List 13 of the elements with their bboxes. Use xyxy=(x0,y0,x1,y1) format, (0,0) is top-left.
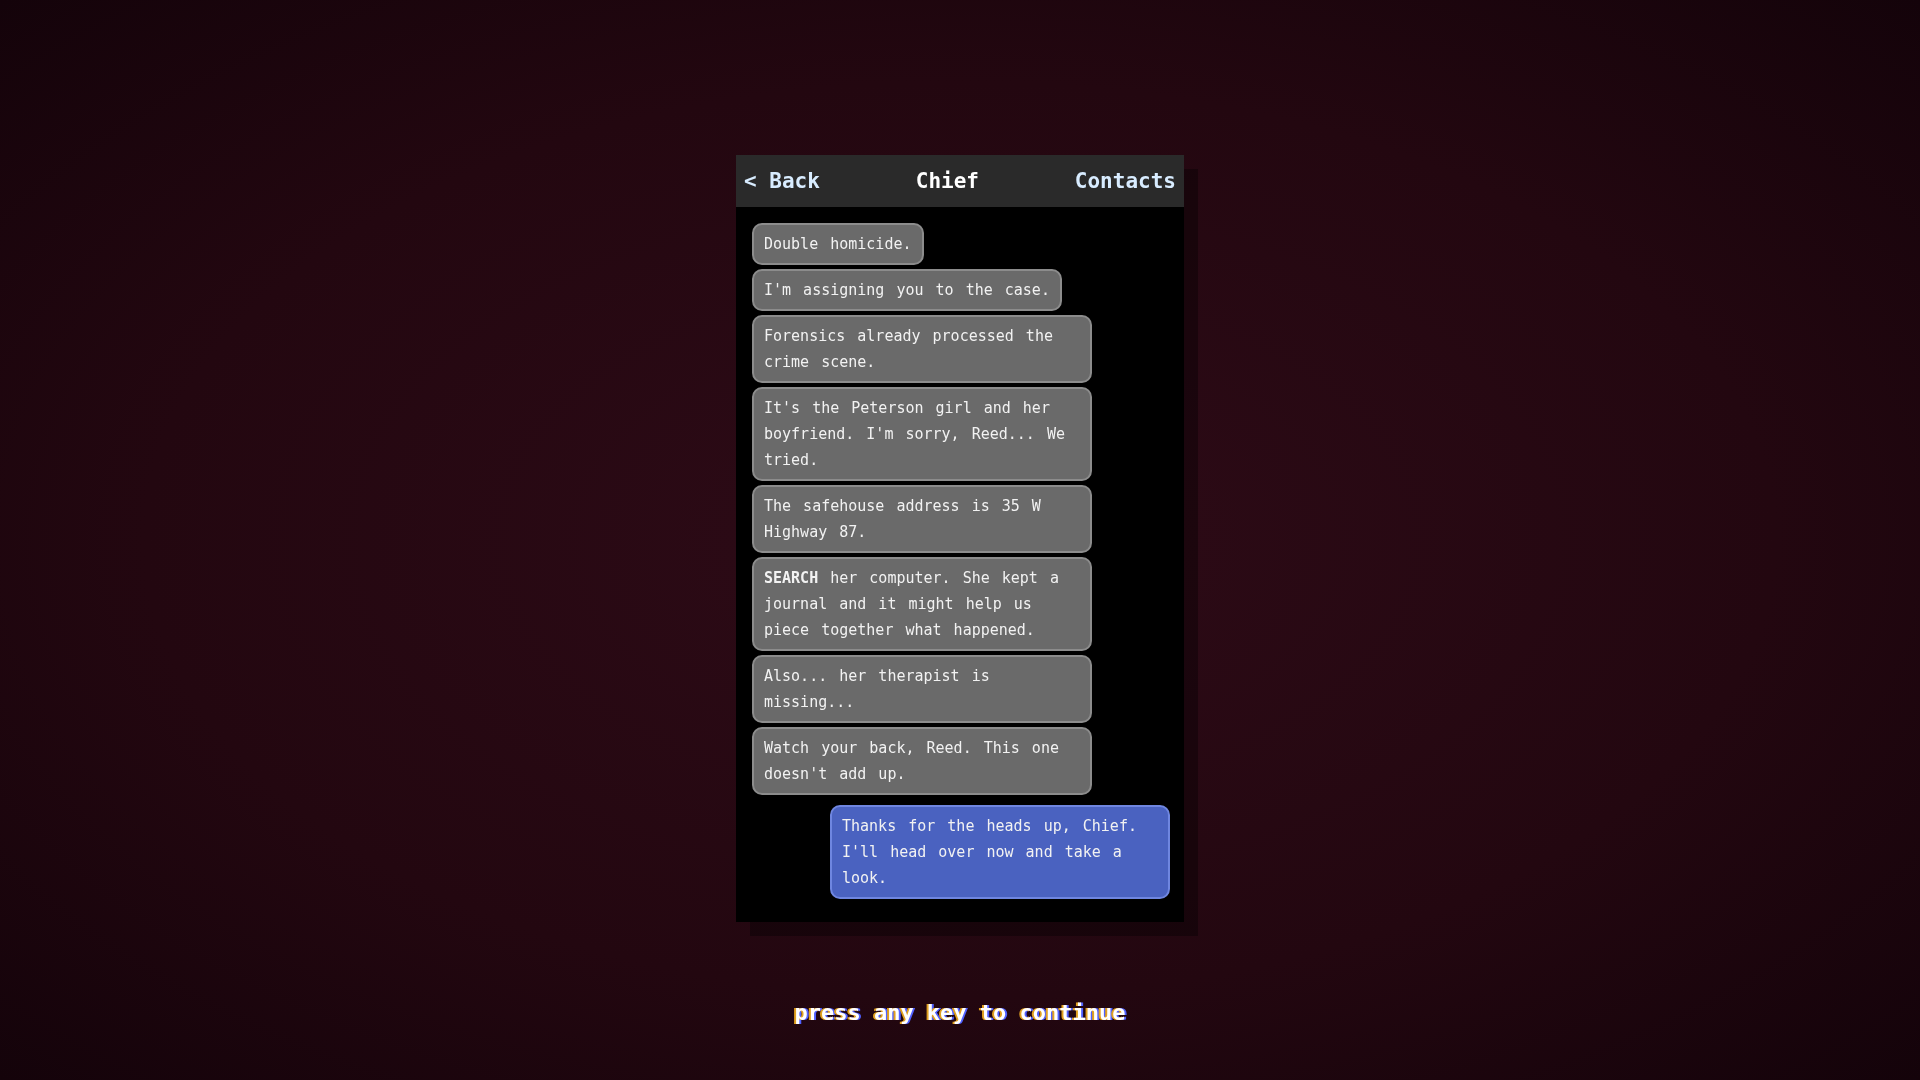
message-bubble: Also... her therapist is missing... xyxy=(752,655,1092,723)
message-bubble: SEARCH her computer. She kept a journal and it might help us piece together what happened. xyxy=(752,557,1092,651)
message-bubble: Forensics already processed the crime scene. xyxy=(752,315,1092,383)
message-bubble: I'm assigning you to the case. xyxy=(752,269,1062,311)
message-bubble: It's the Peterson girl and her boyfriend. I'm sorry, Reed... We tried. xyxy=(752,387,1092,481)
message-bubble: The safehouse address is 35 W Highway 87. xyxy=(752,485,1092,553)
message-bubble: Thanks for the heads up, Chief. I'll head over now and take a look. xyxy=(830,805,1170,899)
message-bubble: Watch your back, Reed. This one doesn't add up. xyxy=(752,727,1092,795)
continue-prompt: press any key to continue xyxy=(794,1000,1126,1025)
back-button[interactable]: < Back xyxy=(744,169,820,193)
contacts-button[interactable]: Contacts xyxy=(1074,169,1176,193)
message-bubble: Double homicide. xyxy=(752,223,924,265)
contact-name: Chief xyxy=(915,169,979,193)
